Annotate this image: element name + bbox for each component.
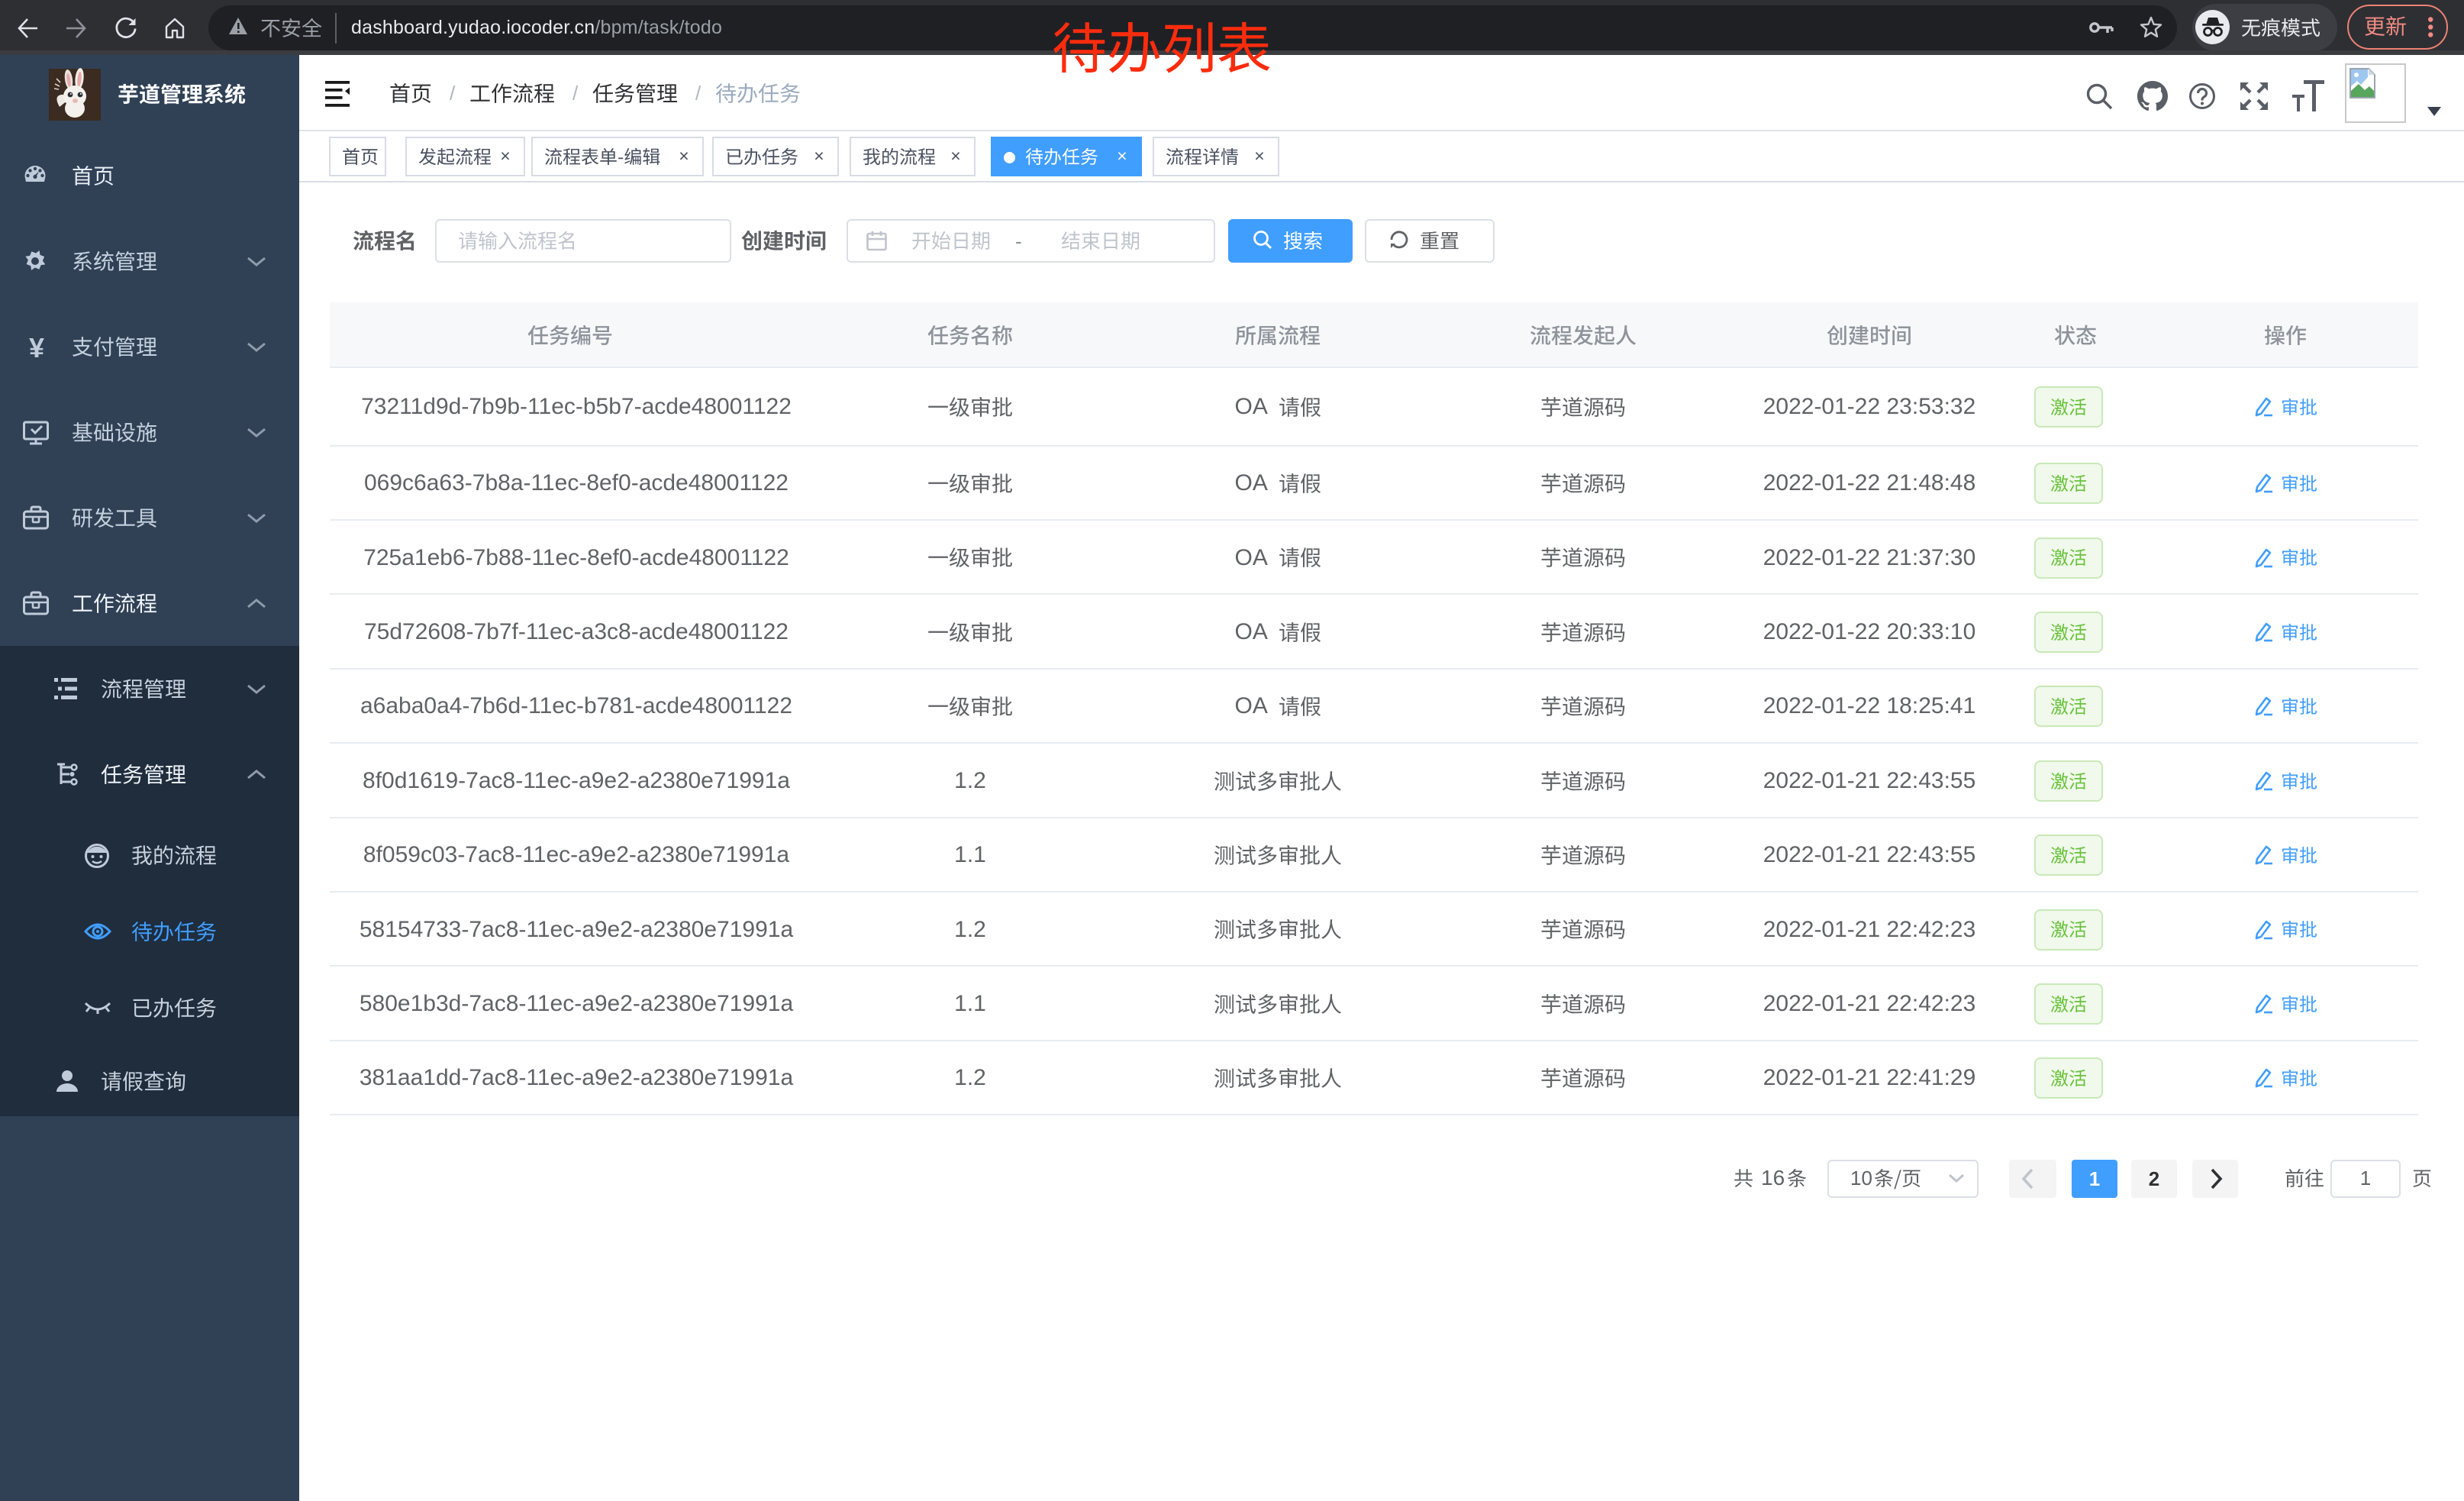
svg-text:¥: ¥	[29, 332, 44, 363]
